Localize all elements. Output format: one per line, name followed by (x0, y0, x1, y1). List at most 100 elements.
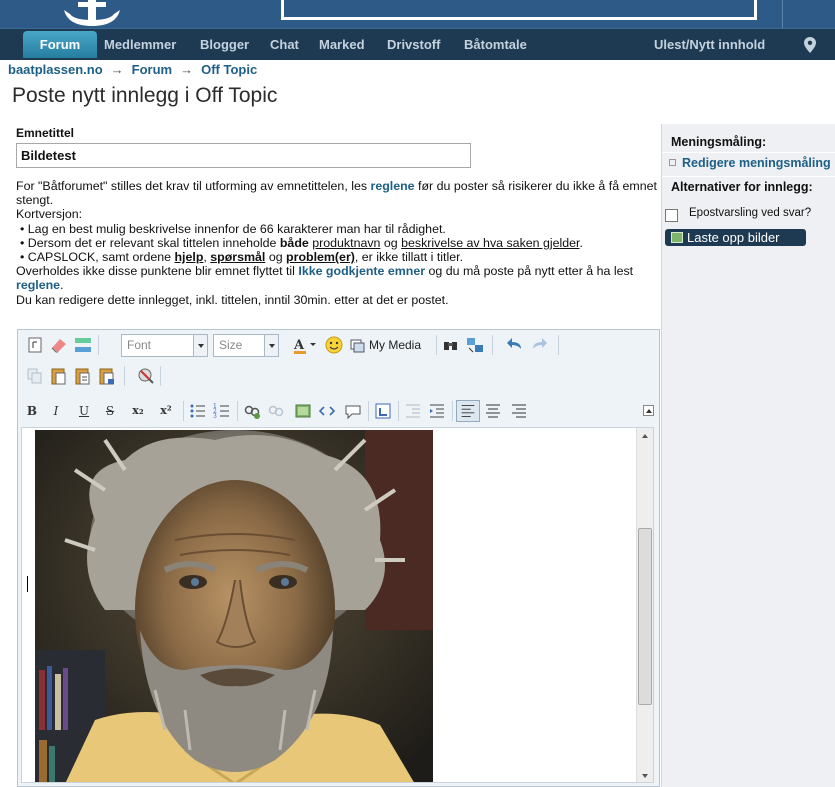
rules-underline: beskrivelse av hva saken gjelder (401, 235, 580, 250)
svg-text:3: 3 (213, 413, 217, 420)
insert-link-icon[interactable] (241, 400, 263, 422)
edit-poll-link[interactable]: Redigere meningsmåling (669, 156, 831, 170)
insert-code-icon[interactable] (316, 400, 338, 422)
toolbar-separator (368, 401, 369, 421)
toolbar-row-1: Font Size A My Media (18, 331, 659, 359)
upload-images-label: Laste opp bilder (687, 230, 780, 245)
paste-word-icon[interactable] (96, 365, 118, 387)
scroll-down-icon[interactable] (637, 768, 653, 782)
subject-input[interactable]: Bildetest (16, 143, 471, 168)
upload-images-button[interactable]: Laste opp bilder (665, 229, 806, 246)
bold-button[interactable]: B (21, 400, 43, 422)
breadcrumb-off-topic[interactable]: Off Topic (201, 62, 257, 77)
chevron-down-icon (264, 335, 278, 356)
font-select[interactable]: Font (121, 334, 208, 357)
strikethrough-button[interactable]: S (99, 400, 121, 422)
anchor-logo-icon[interactable] (62, 0, 122, 28)
eraser-icon[interactable] (48, 334, 70, 356)
toggle-source-icon[interactable] (372, 400, 394, 422)
paste-text-icon[interactable] (72, 365, 94, 387)
italic-button[interactable]: I (45, 400, 67, 422)
align-right-icon[interactable] (508, 400, 530, 422)
rules-text: . (60, 278, 64, 293)
toolbar-separator (558, 335, 559, 355)
breadcrumb-separator: → (180, 62, 194, 77)
banner-divider (782, 0, 783, 28)
rules-consequence: Overholdes ikke disse punktene blir emne… (16, 264, 661, 292)
paste-icon[interactable] (48, 365, 70, 387)
horizontal-rule-icon[interactable] (72, 334, 94, 356)
rules-link[interactable]: reglene (371, 179, 415, 193)
remove-link-icon[interactable] (265, 400, 287, 422)
email-notify-checkbox[interactable] (665, 209, 678, 222)
breadcrumb-forum[interactable]: Forum (132, 62, 172, 77)
rules-word: spørsmål (210, 250, 266, 265)
copy-icon[interactable] (24, 365, 46, 387)
sidebar-divider (662, 152, 835, 153)
toolbar-row-2 (18, 362, 659, 390)
svg-text:A: A (293, 338, 305, 353)
toolbar-row-3: B I U S x₂ x² 123 (18, 397, 659, 425)
scroll-up-icon[interactable] (637, 428, 653, 444)
image-icon (671, 232, 683, 243)
toolbar-collapse-icon[interactable] (643, 405, 654, 416)
inserted-photo-image[interactable] (35, 430, 433, 783)
subject-label: Emnetittel (16, 126, 75, 140)
find-binoculars-icon[interactable] (440, 334, 462, 356)
sidebar: Meningsmåling: Redigere meningsmåling Al… (661, 124, 835, 787)
superscript-button[interactable]: x² (155, 400, 177, 422)
spellcheck-icon[interactable] (135, 365, 157, 387)
text-caret (27, 576, 28, 592)
text-color-icon[interactable]: A (292, 334, 318, 356)
toolbar-separator (160, 366, 161, 386)
size-select[interactable]: Size (213, 334, 279, 357)
subscript-button[interactable]: x₂ (127, 400, 149, 422)
media-icon[interactable] (350, 334, 366, 356)
insert-image-icon[interactable] (292, 400, 314, 422)
scrollbar-thumb[interactable] (638, 528, 652, 705)
smiley-icon[interactable] (323, 334, 345, 356)
numbered-list-icon[interactable]: 123 (211, 400, 233, 422)
size-select-label: Size (219, 338, 243, 352)
title-rules-text: For "Båtforumet" stilles det krav til ut… (16, 179, 661, 307)
replace-icon[interactable] (464, 334, 486, 356)
rules-link[interactable]: reglene (16, 278, 60, 292)
indent-icon[interactable] (426, 400, 448, 422)
insert-quote-icon[interactable] (342, 400, 364, 422)
remove-format-icon[interactable] (24, 334, 46, 356)
outdent-icon[interactable] (402, 400, 424, 422)
editor-scrollbar[interactable] (636, 428, 653, 782)
align-center-icon[interactable] (482, 400, 504, 422)
underline-button[interactable]: U (73, 400, 95, 422)
nav-tab-chat[interactable]: Chat (270, 29, 299, 61)
main-nav: Forum Medlemmer Blogger Chat Marked Driv… (0, 28, 835, 60)
undo-icon[interactable] (504, 334, 526, 356)
align-left-icon[interactable] (456, 400, 480, 422)
rules-text: Overholdes ikke disse punktene blir emne… (16, 264, 299, 279)
rules-short-version: Kortversjon: (16, 207, 83, 222)
nav-tab-forum[interactable]: Forum (23, 31, 97, 58)
my-media-button[interactable]: My Media (369, 334, 421, 356)
editor-content-area[interactable] (21, 427, 654, 783)
banner-ad-frame (281, 0, 757, 20)
toolbar-separator (398, 401, 399, 421)
toolbar-separator (492, 335, 493, 355)
rules-underline: produktnavn (312, 235, 381, 250)
breadcrumb-home[interactable]: baatplassen.no (8, 62, 103, 77)
rules-word: hjelp (174, 250, 204, 265)
bullet-list-icon[interactable] (187, 400, 209, 422)
unapproved-topics-link[interactable]: Ikke godkjente emner (298, 264, 425, 278)
nav-tab-marked[interactable]: Marked (319, 29, 365, 61)
rules-text: . (579, 235, 583, 250)
nav-tab-blogger[interactable]: Blogger (200, 29, 249, 61)
nav-tab-medlemmer[interactable]: Medlemmer (104, 29, 176, 61)
breadcrumb: baatplassen.no → Forum → Off Topic (8, 62, 257, 78)
rules-edit-note: Du kan redigere dette innlegget, inkl. t… (16, 292, 449, 307)
redo-icon[interactable] (528, 334, 550, 356)
rules-text: , er ikke tillatt i titler. (354, 250, 464, 265)
map-pin-icon[interactable] (804, 37, 816, 53)
toolbar-separator (98, 335, 99, 355)
nav-tab-drivstoff[interactable]: Drivstoff (387, 29, 440, 61)
nav-unread-content[interactable]: Ulest/Nytt innhold (654, 29, 765, 61)
nav-tab-batomtale[interactable]: Båtomtale (464, 29, 527, 61)
